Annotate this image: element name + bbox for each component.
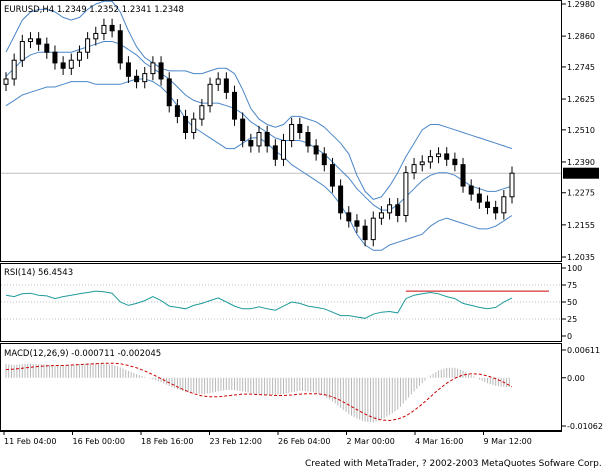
rsi-tick-label: 75	[567, 281, 577, 290]
candle-body	[223, 78, 229, 93]
candle-body	[280, 140, 286, 160]
candle-body	[27, 38, 33, 42]
time-tick-label: 16 Feb 00:00	[73, 437, 125, 446]
symbol-title: EURUSD,H4 1.2349 1.2352 1.2341 1.2348	[4, 5, 184, 15]
candle-body	[305, 132, 311, 147]
candle-body	[174, 105, 180, 117]
candle-body	[191, 118, 197, 134]
price-tick-label: 1.2155	[567, 221, 595, 230]
candle-body	[44, 43, 50, 53]
candle-body	[142, 73, 148, 83]
candle-body	[207, 83, 213, 107]
candle-body	[272, 145, 278, 160]
rsi-tick-label: 50	[567, 298, 577, 307]
rsi-tick-label: 100	[567, 264, 582, 273]
time-tick-label: 11 Feb 04:00	[4, 437, 56, 446]
chart-canvas[interactable]: 1.2980 1.2860 1.2745 1.2625 1.2510 1.2390 1.22…	[0, 0, 604, 471]
candle-body	[76, 51, 82, 61]
candle-body	[68, 59, 74, 69]
candle-body	[329, 164, 335, 187]
price-tick-label: 1.2035	[567, 253, 595, 262]
price-tick-label: 1.2980	[567, 0, 595, 9]
candle-body	[321, 153, 327, 166]
price-tick-label: 1.2745	[567, 63, 595, 72]
candle-body	[436, 153, 442, 158]
price-tick-label: 1.2275	[567, 189, 595, 198]
candle-body	[427, 156, 433, 163]
candle-body	[354, 220, 360, 227]
candle-body	[346, 212, 352, 222]
time-tick-label: 23 Feb 12:00	[210, 437, 262, 446]
metatrader-chart-window: 1.2980 1.2860 1.2745 1.2625 1.2510 1.2390 1.22…	[0, 0, 604, 471]
candle-body	[11, 59, 17, 80]
candle-body	[183, 115, 189, 134]
candle-body	[509, 172, 515, 198]
candle-body	[460, 164, 466, 187]
candle-body	[109, 24, 115, 32]
macd-tick-label: 0.00	[567, 374, 585, 383]
candle-body	[134, 75, 140, 83]
macd-title: MACD(12,26,9) -0.000711 -0.002045	[4, 349, 161, 359]
candle-body	[289, 123, 295, 142]
candle-body	[485, 201, 491, 208]
candle-body	[313, 145, 319, 155]
candle-body	[297, 123, 303, 134]
candle-body	[493, 206, 499, 214]
candle-body	[52, 51, 58, 64]
time-tick-label: 2 Mar 00:00	[347, 437, 395, 446]
candle-body	[215, 78, 221, 85]
candle-body	[158, 62, 164, 80]
time-tick-label: 26 Feb 04:00	[278, 437, 330, 446]
candle-body	[444, 153, 450, 160]
candle-body	[468, 185, 474, 195]
candle-body	[3, 78, 9, 85]
rsi-tick-label: 0	[567, 332, 572, 341]
candle-body	[240, 118, 246, 142]
candle-body	[403, 172, 409, 217]
candle-body	[199, 105, 205, 120]
current-price-label: 1.2348	[566, 169, 594, 178]
macd-tick-label: -0.01062	[567, 422, 603, 431]
price-pane[interactable]	[0, 0, 562, 262]
price-tick-label: 1.2510	[567, 126, 595, 135]
candle-body	[378, 212, 384, 219]
candle-body	[125, 62, 131, 77]
candle-body	[93, 32, 99, 40]
candle-body	[232, 91, 238, 120]
candle-body	[338, 185, 344, 214]
candle-body	[117, 30, 123, 64]
footer-credit: Created with MetaTrader, ? 2002-2003 Met…	[305, 459, 602, 469]
candle-body	[476, 193, 482, 203]
rsi-tick-label: 25	[567, 315, 577, 324]
candle-body	[411, 164, 417, 174]
price-tick-label: 1.2860	[567, 32, 595, 41]
candle-body	[101, 24, 107, 34]
candle-body	[36, 38, 42, 45]
candle-body	[419, 161, 425, 166]
candle-body	[166, 78, 172, 107]
time-tick-label: 9 Mar 12:00	[484, 437, 532, 446]
price-tick-label: 1.2390	[567, 158, 595, 167]
candle-body	[395, 204, 401, 217]
candle-body	[452, 158, 458, 166]
candle-body	[264, 132, 270, 147]
candle-body	[362, 225, 368, 241]
candle-body	[19, 40, 25, 61]
candle-body	[387, 204, 393, 214]
candle-body	[248, 140, 254, 147]
candle-body	[256, 132, 262, 147]
candle-body	[150, 62, 156, 75]
time-tick-label: 4 Mar 16:00	[415, 437, 463, 446]
rsi-title: RSI(14) 56.4543	[4, 268, 73, 278]
candle-body	[85, 38, 91, 53]
time-tick-label: 18 Feb 16:00	[141, 437, 193, 446]
macd-tick-label: 0.00611	[567, 346, 600, 355]
candle-body	[501, 196, 507, 214]
candle-body	[60, 62, 66, 69]
price-tick-label: 1.2625	[567, 95, 595, 104]
candle-body	[370, 217, 376, 241]
